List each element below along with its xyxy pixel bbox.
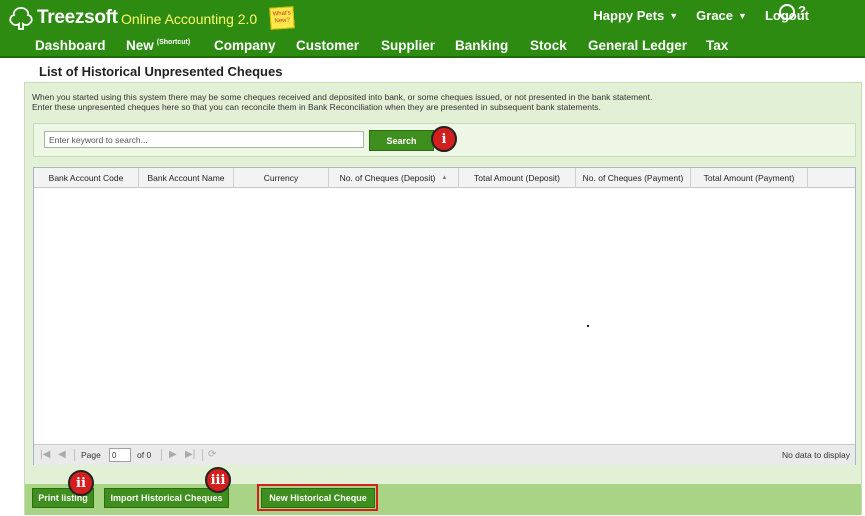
top-header: Treezsoft Online Accounting 2.0 What's N… (0, 0, 865, 58)
first-page-icon[interactable]: |◀ (40, 449, 50, 460)
grid-header: Bank Account Code Bank Account Name Curr… (34, 168, 855, 188)
cursor-dot (587, 325, 589, 327)
nav-supplier[interactable]: Supplier (381, 38, 435, 53)
app-name: Online Accounting 2.0 (121, 11, 258, 27)
nav-company[interactable]: Company (214, 38, 276, 53)
intro-line-2: Enter these unpresented cheques here so … (32, 102, 601, 112)
sort-ascending-icon: ▲ (441, 175, 448, 181)
empty-message: No data to display (781, 450, 850, 460)
callout-marker-ii: ii (68, 470, 94, 496)
pager-separator (202, 449, 203, 461)
refresh-icon[interactable]: ⟳ (208, 449, 216, 460)
col-bank-account-code[interactable]: Bank Account Code (34, 168, 139, 188)
prev-page-icon[interactable]: ◀ (58, 449, 66, 460)
tree-logo-icon (9, 7, 33, 30)
page-title: List of Historical Unpresented Cheques (39, 64, 283, 79)
search-input[interactable] (44, 131, 364, 148)
new-historical-cheque-button[interactable]: New Historical Cheque (261, 488, 375, 508)
page-number-input[interactable] (109, 448, 131, 462)
nav-customer[interactable]: Customer (296, 38, 359, 53)
intro-text: When you started using this system there… (32, 92, 832, 112)
user-name: Grace (696, 8, 734, 23)
grid-pager: |◀ ◀ Page of 0 ▶ ▶| ⟳ No data to display (34, 444, 855, 465)
user-menu[interactable]: Grace ▼ (696, 8, 747, 23)
pager-separator (74, 449, 75, 461)
page-label: Page (81, 450, 101, 460)
col-cheques-deposit[interactable]: No. of Cheques (Deposit) ▲ (329, 168, 459, 188)
nav-new-shortcut: (Shortcut) (156, 39, 191, 46)
profile-icon[interactable] (779, 4, 795, 20)
nav-banking[interactable]: Banking (455, 38, 508, 53)
pager-separator (161, 449, 162, 461)
chevron-down-icon: ▼ (669, 10, 679, 21)
cheque-grid: Bank Account Code Bank Account Name Curr… (33, 167, 856, 465)
company-switcher[interactable]: Happy Pets ▼ (593, 8, 678, 23)
intro-line-1: When you started using this system there… (32, 92, 653, 102)
callout-marker-iii: iii (205, 467, 231, 493)
nav-general-ledger[interactable]: General Ledger (588, 38, 687, 53)
col-currency[interactable]: Currency (234, 168, 329, 188)
col-total-deposit[interactable]: Total Amount (Deposit) (459, 168, 576, 188)
nav-stock[interactable]: Stock (530, 38, 567, 53)
last-page-icon[interactable]: ▶| (185, 449, 195, 460)
page-count-label: of 0 (137, 450, 152, 460)
company-name: Happy Pets (593, 8, 665, 23)
help-icon[interactable]: ? (798, 3, 806, 18)
nav-dashboard[interactable]: Dashboard (35, 38, 106, 53)
chevron-down-icon: ▼ (738, 10, 747, 21)
whats-new-note[interactable]: What's New? (269, 6, 295, 30)
col-cheques-deposit-label: No. of Cheques (Deposit) (339, 173, 436, 183)
callout-marker-i: i (431, 126, 457, 152)
search-button[interactable]: Search (369, 130, 434, 151)
app-window: Treezsoft Online Accounting 2.0 What's N… (0, 0, 865, 516)
col-bank-account-name[interactable]: Bank Account Name (139, 168, 234, 188)
nav-new[interactable]: New (Shortcut) (126, 38, 190, 53)
logo-text: Treezsoft (37, 7, 118, 28)
logo[interactable]: Treezsoft (8, 6, 118, 30)
col-cheques-payment[interactable]: No. of Cheques (Payment) (576, 168, 691, 188)
top-right-menu: Happy Pets ▼ Grace ▼ Logout (575, 8, 809, 23)
nav-new-label: New (126, 38, 154, 53)
next-page-icon[interactable]: ▶ (169, 449, 177, 460)
nav-tax[interactable]: Tax (706, 38, 728, 53)
col-total-payment[interactable]: Total Amount (Payment) (691, 168, 808, 188)
